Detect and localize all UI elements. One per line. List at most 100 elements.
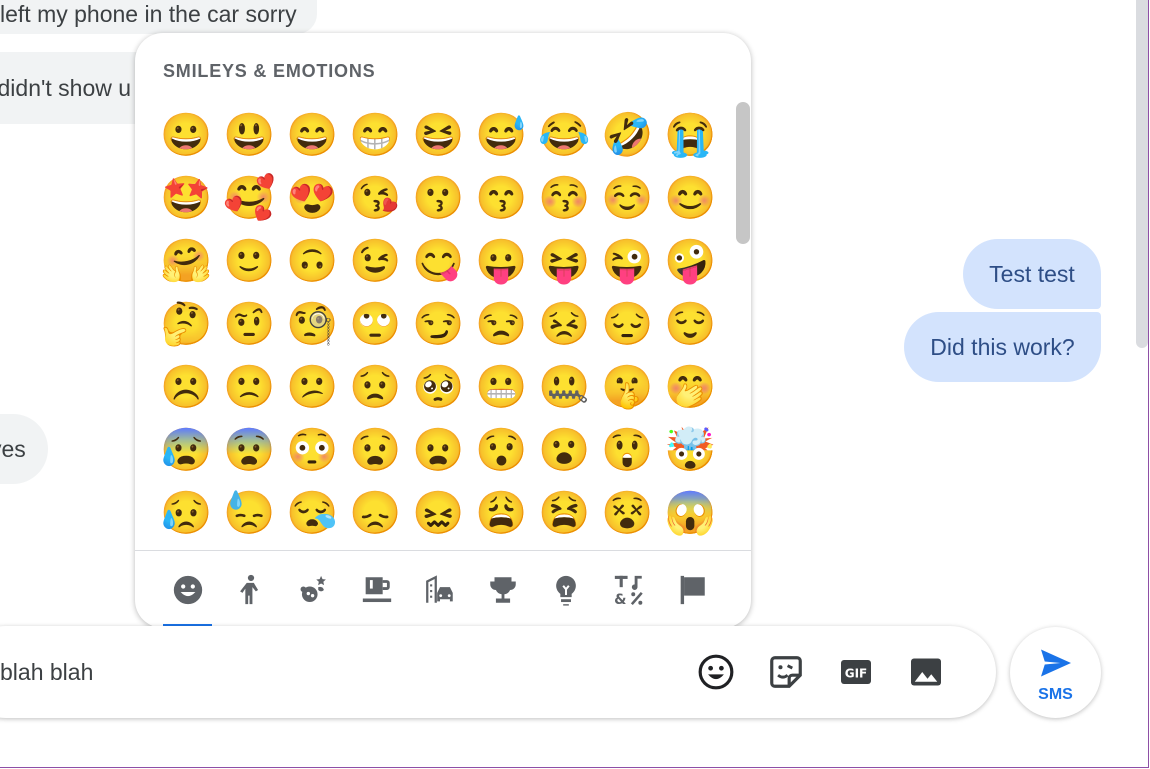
page-scrollbar[interactable] [1136,0,1148,348]
tab-food-drink[interactable] [352,552,402,628]
image-button[interactable] [902,648,950,696]
emoji-cell[interactable]: 😝 [533,229,596,292]
tab-activities[interactable] [478,552,528,628]
sticker-icon [770,656,802,688]
emoji-cell[interactable]: 😚 [533,166,596,229]
svg-text:&: & [614,592,626,607]
emoji-cell[interactable]: 😘 [344,166,407,229]
emoji-cell[interactable]: ☺️ [596,166,659,229]
emoji-cell[interactable]: 😅 [470,103,533,166]
tab-objects[interactable] [541,552,591,628]
emoji-cell[interactable]: 🙄 [344,292,407,355]
smiley-face-icon [173,575,203,605]
emoji-cell[interactable]: 😳 [281,418,344,481]
emoji-picker: SMILEYS & EMOTIONS 😀 😃 😄 😁 😆 😅 😂 🤣 😭 🤩 🥰 😍 😘 😗 😙 😚 ☺️ 😊 🤗 🙂… [135,33,751,628]
emoji-cell[interactable]: 😍 [281,166,344,229]
emoji-cell[interactable]: 😔 [596,292,659,355]
emoji-cell[interactable]: 😛 [470,229,533,292]
emoji-cell[interactable]: 😋 [407,229,470,292]
emoji-cell[interactable]: 🥰 [218,166,281,229]
emoji-cell[interactable]: 🙂 [218,229,281,292]
emoji-cell[interactable]: 😀 [155,103,218,166]
tab-flags[interactable] [667,552,717,628]
emoji-cell[interactable]: 😯 [470,418,533,481]
message-text: yes [0,435,26,462]
emoji-cell[interactable]: 😊 [659,166,722,229]
sticker-button[interactable] [762,648,810,696]
emoji-cell[interactable]: 🤯 [659,418,722,481]
emoji-cell[interactable]: 🤪 [659,229,722,292]
emoji-cell[interactable]: 😦 [407,418,470,481]
emoji-cell[interactable]: 😙 [470,166,533,229]
emoji-cell[interactable]: 🥺 [407,355,470,418]
message-bubble-outgoing[interactable]: Test test [963,239,1101,309]
emoji-cell[interactable]: ☹️ [155,355,218,418]
emoji-cell[interactable]: 😟 [344,355,407,418]
emoji-cell[interactable]: 🤔 [155,292,218,355]
emoji-button[interactable] [692,648,740,696]
emoji-cell[interactable]: 🙃 [281,229,344,292]
gif-button[interactable]: GIF [832,648,880,696]
emoji-cell[interactable]: 😨 [218,418,281,481]
emoji-cell[interactable]: 😉 [344,229,407,292]
emoji-cell[interactable]: 🤭 [659,355,722,418]
emoji-cell[interactable]: 🤫 [596,355,659,418]
emoji-cell[interactable]: 😰 [155,418,218,481]
emoji-cell[interactable]: 😌 [659,292,722,355]
emoji-cell[interactable]: 😆 [407,103,470,166]
emoji-cell[interactable]: 🧐 [281,292,344,355]
emoji-cell[interactable]: 😮 [533,418,596,481]
tab-symbols[interactable]: & [604,552,654,628]
emoji-cell[interactable]: 😏 [407,292,470,355]
emoji-cell[interactable]: 😪 [281,481,344,544]
building-car-icon [426,575,453,603]
emoji-cell[interactable]: 😲 [596,418,659,481]
emoji-cell[interactable]: 😭 [659,103,722,166]
emoji-cell[interactable]: 😗 [407,166,470,229]
gif-icon: GIF [841,660,871,684]
emoji-picker-scrollbar[interactable] [736,102,750,244]
emoji-category-bar: & [135,552,751,628]
emoji-cell[interactable]: 😞 [344,481,407,544]
person-icon [240,574,259,605]
tab-people[interactable] [226,552,276,628]
image-icon [911,658,941,686]
emoji-cell[interactable]: 😣 [533,292,596,355]
message-bubble-outgoing[interactable]: Did this work? [904,312,1101,382]
emoji-cell[interactable]: 😫 [533,481,596,544]
tab-smileys[interactable] [163,552,213,628]
send-icon [1041,649,1071,677]
emoji-cell[interactable]: 🙁 [218,355,281,418]
emoji-cell[interactable]: 🤩 [155,166,218,229]
emoji-cell[interactable]: 😂 [533,103,596,166]
emoji-cell[interactable]: 😜 [596,229,659,292]
message-bubble-incoming[interactable]: yes [0,414,48,484]
symbols-icon: & [614,575,643,607]
emoji-cell[interactable]: 🤐 [533,355,596,418]
picker-divider [135,550,751,551]
emoji-cell[interactable]: 🤨 [218,292,281,355]
emoji-cell[interactable]: 😱 [659,481,722,544]
tab-animals-nature[interactable] [289,552,339,628]
tab-travel-places[interactable] [415,552,465,628]
food-drink-icon [362,577,392,603]
emoji-cell[interactable]: 😕 [281,355,344,418]
emoji-cell[interactable]: 😬 [470,355,533,418]
emoji-cell[interactable]: 😧 [344,418,407,481]
message-bubble-incoming[interactable]: left my phone in the car sorry [0,0,317,34]
emoji-cell[interactable]: 😥 [155,481,218,544]
emoji-cell[interactable]: 🤣 [596,103,659,166]
emoji-cell[interactable]: 🤗 [155,229,218,292]
emoji-cell[interactable]: 😁 [344,103,407,166]
emoji-cell[interactable]: 😖 [407,481,470,544]
emoji-cell[interactable]: 😒 [470,292,533,355]
emoji-category-title: SMILEYS & EMOTIONS [163,61,376,81]
send-sms-button[interactable]: SMS [1010,627,1101,718]
emoji-cell[interactable]: 😓 [218,481,281,544]
emoji-cell[interactable]: 😩 [470,481,533,544]
emoji-cell[interactable]: 😵 [596,481,659,544]
emoji-cell[interactable]: 😄 [281,103,344,166]
message-input[interactable] [0,650,640,694]
emoji-cell[interactable]: 😃 [218,103,281,166]
svg-text:GIF: GIF [845,666,868,680]
